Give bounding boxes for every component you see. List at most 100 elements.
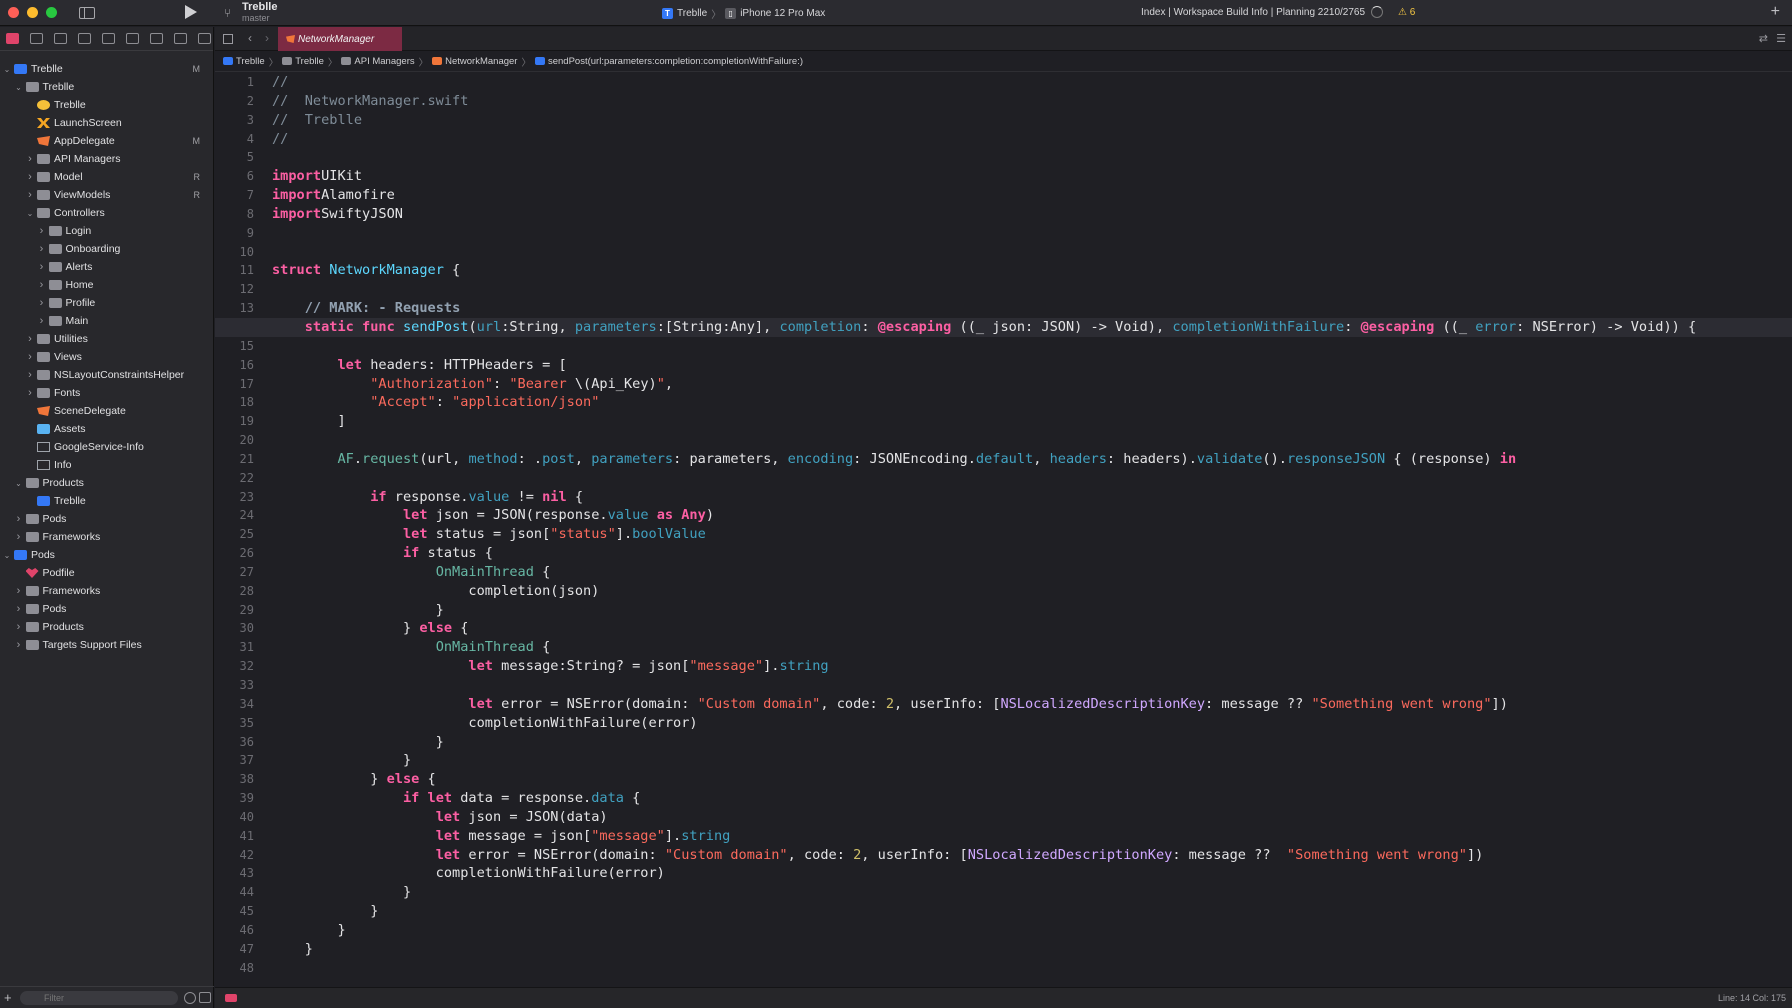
source-control-tab-icon[interactable] [30, 33, 43, 44]
chevron-right-icon[interactable]: › [14, 621, 24, 633]
add-file-button[interactable]: + [4, 990, 16, 1005]
debug-navigator-tab-icon[interactable] [150, 33, 163, 44]
issue-navigator-tab-icon[interactable] [102, 33, 115, 44]
chevron-down-icon[interactable]: ⌄ [2, 551, 12, 560]
chevron-right-icon[interactable]: › [37, 279, 47, 291]
code-line[interactable]: importUIKit [272, 167, 1792, 186]
navigator-item[interactable]: › Views [0, 348, 214, 366]
code-line[interactable]: } [272, 940, 1792, 959]
code-line[interactable]: completionWithFailure(error) [272, 864, 1792, 883]
navigator-filter-input[interactable] [20, 990, 178, 1005]
code-line[interactable]: static func sendPost(url:String, paramet… [215, 317, 1792, 337]
chevron-right-icon[interactable]: › [25, 333, 35, 345]
code-line[interactable] [272, 148, 1792, 167]
navigator-item[interactable]: › Frameworks [0, 582, 214, 600]
navigator-item[interactable]: Info [0, 456, 214, 474]
find-navigator-tab-icon[interactable] [78, 33, 91, 44]
tab-network-manager[interactable]: NetworkManager [278, 27, 402, 51]
code-line[interactable]: } else { [272, 619, 1792, 638]
navigator-item[interactable]: ⌄ Treblle M [0, 60, 214, 78]
navigator-item[interactable]: ⌄ Treblle [0, 78, 214, 96]
navigator-item[interactable]: › Products [0, 618, 214, 636]
chevron-right-icon[interactable]: › [14, 585, 24, 597]
recent-files-filter-icon[interactable] [184, 991, 196, 1004]
code-line[interactable]: if response.value != nil { [272, 488, 1792, 507]
code-line[interactable]: let error = NSError(domain: "Custom doma… [272, 695, 1792, 714]
navigator-item[interactable]: Treblle [0, 96, 214, 114]
zoom-window-button[interactable] [46, 7, 57, 18]
code-line[interactable]: let json = JSON(data) [272, 808, 1792, 827]
navigator-item[interactable]: ⌄ Controllers [0, 204, 214, 222]
code-line[interactable]: } [272, 751, 1792, 770]
navigator-item[interactable]: › Pods [0, 600, 214, 618]
code-line[interactable] [272, 676, 1792, 695]
code-line[interactable] [272, 243, 1792, 262]
related-items-icon[interactable] [223, 34, 233, 44]
code-line[interactable]: let message:String? = json["message"].st… [272, 657, 1792, 676]
breakpoint-navigator-tab-icon[interactable] [174, 33, 187, 44]
breadcrumb-item[interactable]: sendPost(url:parameters:completion:compl… [534, 56, 803, 67]
code-line[interactable]: "Authorization": "Bearer \(Api_Key)", [272, 375, 1792, 394]
code-line[interactable]: // [272, 73, 1792, 92]
code-line[interactable]: } [272, 921, 1792, 940]
chevron-right-icon[interactable]: › [14, 531, 24, 543]
navigator-item[interactable]: AppDelegate M [0, 132, 214, 150]
test-navigator-tab-icon[interactable] [126, 33, 139, 44]
navigator-item[interactable]: › NSLayoutConstraintsHelper [0, 366, 214, 384]
navigator-item[interactable]: › ViewModels R [0, 186, 214, 204]
code-line[interactable]: let error = NSError(domain: "Custom doma… [272, 846, 1792, 865]
chevron-down-icon[interactable]: ⌄ [14, 83, 24, 92]
code-line[interactable]: } else { [272, 770, 1792, 789]
chevron-right-icon[interactable]: › [25, 387, 35, 399]
chevron-right-icon[interactable]: › [37, 297, 47, 309]
chevron-right-icon[interactable]: › [14, 513, 24, 525]
chevron-down-icon[interactable]: ⌄ [2, 65, 12, 74]
code-line[interactable]: completionWithFailure(error) [272, 714, 1792, 733]
code-review-icon[interactable]: ⇄ [1759, 32, 1768, 45]
scheme-selector[interactable]: T Treblle 〉 ▯ iPhone 12 Pro Max [662, 6, 825, 21]
code-line[interactable]: let json = JSON(response.value as Any) [272, 506, 1792, 525]
navigator-item[interactable]: SceneDelegate [0, 402, 214, 420]
source-editor[interactable]: 1234567891011121314151617181920212223242… [215, 73, 1792, 986]
code-line[interactable]: let headers: HTTPHeaders = [ [272, 356, 1792, 375]
breadcrumb-item[interactable]: API Managers [341, 56, 415, 67]
chevron-right-icon[interactable]: › [14, 639, 24, 651]
source-control-filter-icon[interactable] [199, 992, 211, 1003]
chevron-down-icon[interactable]: ⌄ [14, 479, 24, 488]
code-line[interactable] [272, 280, 1792, 299]
code-line[interactable]: } [272, 902, 1792, 921]
code-line[interactable]: if status { [272, 544, 1792, 563]
code-line[interactable]: struct NetworkManager { [272, 261, 1792, 280]
close-window-button[interactable] [8, 7, 19, 18]
code-line[interactable]: let message = json["message"].string [272, 827, 1792, 846]
code-line[interactable] [272, 337, 1792, 356]
navigator-item[interactable]: › Frameworks [0, 528, 214, 546]
code-line[interactable]: } [272, 601, 1792, 620]
chevron-right-icon[interactable]: › [25, 189, 35, 201]
navigator-item[interactable]: ⌄ Pods [0, 546, 214, 564]
library-add-button[interactable]: + [1771, 3, 1780, 21]
code-line[interactable]: importSwiftyJSON [272, 205, 1792, 224]
navigator-item[interactable]: › Utilities [0, 330, 214, 348]
navigator-item[interactable]: › Login [0, 222, 214, 240]
project-navigator-tab-icon[interactable] [6, 33, 19, 44]
code-line[interactable]: OnMainThread { [272, 563, 1792, 582]
navigator-item[interactable]: › Alerts [0, 258, 214, 276]
code-line[interactable]: } [272, 883, 1792, 902]
navigator-item[interactable]: Assets [0, 420, 214, 438]
navigator-item[interactable]: › Pods [0, 510, 214, 528]
code-line[interactable] [272, 224, 1792, 243]
navigator-item[interactable]: GoogleService-Info [0, 438, 214, 456]
sidebar-toggle-icon[interactable] [79, 6, 95, 19]
go-forward-button[interactable]: › [265, 31, 269, 45]
code-line[interactable]: importAlamofire [272, 186, 1792, 205]
code-line[interactable]: let status = json["status"].boolValue [272, 525, 1792, 544]
code-line[interactable] [272, 959, 1792, 978]
code-lines[interactable]: // // NetworkManager.swift // Treblle // im… [215, 73, 1792, 978]
code-line[interactable]: } [272, 733, 1792, 752]
chevron-right-icon[interactable]: › [37, 261, 47, 273]
navigator-item[interactable]: Podfile [0, 564, 214, 582]
breadcrumb-item[interactable]: Treblle [223, 56, 265, 67]
run-button[interactable] [185, 5, 197, 19]
breadcrumb-item[interactable]: Treblle [282, 56, 324, 67]
